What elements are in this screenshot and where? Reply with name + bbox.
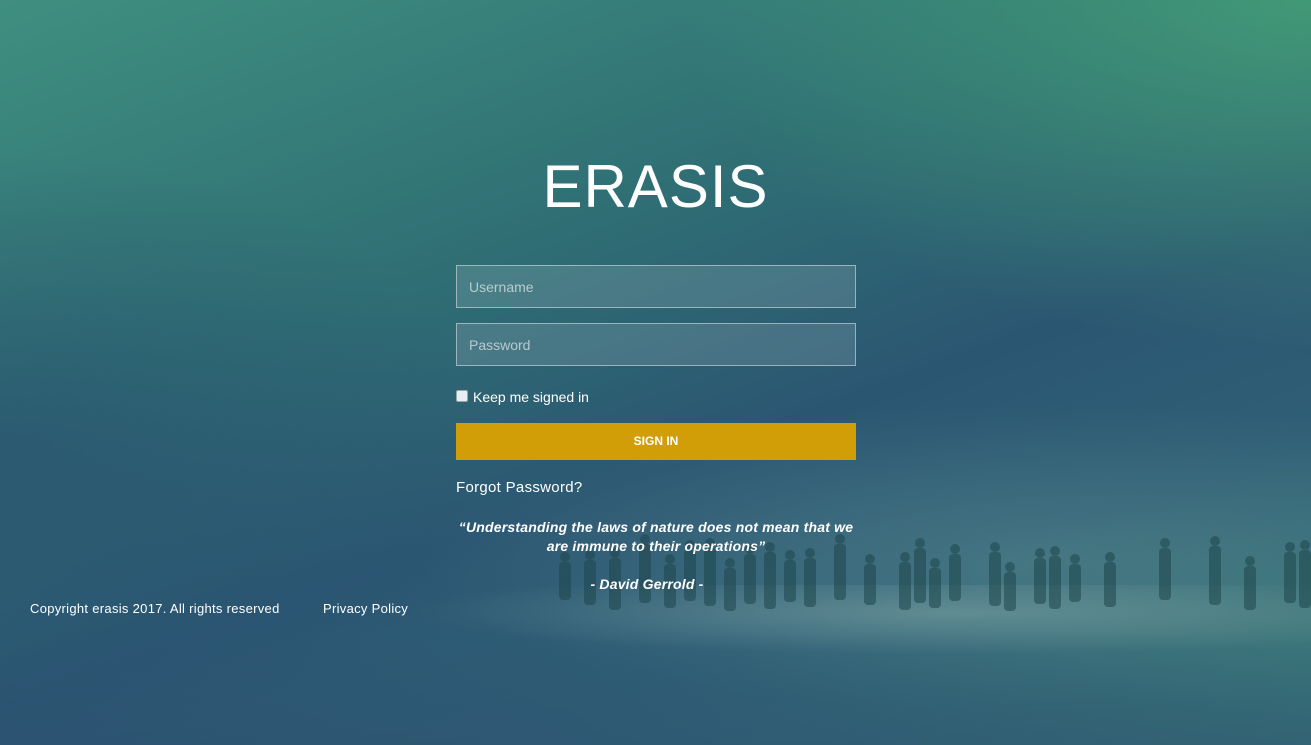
password-input[interactable]: [456, 323, 856, 366]
person-silhouette: [1284, 542, 1296, 603]
forgot-password-link[interactable]: Forgot Password?: [456, 479, 583, 496]
person-silhouette: [929, 558, 941, 608]
background-people-photo: [559, 534, 1311, 611]
person-silhouette: [914, 538, 926, 603]
brand-title: ERASIS: [542, 153, 769, 220]
person-silhouette: [949, 544, 961, 601]
keep-signed-in[interactable]: Keep me signed in: [456, 389, 589, 405]
person-silhouette: [1159, 538, 1171, 600]
keep-signed-in-checkbox[interactable]: [456, 390, 468, 402]
person-silhouette: [899, 552, 911, 610]
person-silhouette: [1244, 556, 1256, 610]
footer-copyright: Copyright erasis 2017. All rights reserv…: [30, 601, 280, 616]
keep-signed-in-label: Keep me signed in: [473, 389, 589, 405]
quote-text: “Understanding the laws of nature does n…: [458, 519, 854, 554]
privacy-policy-link[interactable]: Privacy Policy: [323, 601, 408, 616]
person-silhouette: [1299, 540, 1311, 608]
person-silhouette: [1004, 562, 1016, 611]
person-silhouette: [1049, 546, 1061, 609]
quote-author: - David Gerrold -: [590, 576, 704, 592]
person-silhouette: [864, 554, 876, 605]
person-silhouette: [1104, 552, 1116, 607]
person-silhouette: [989, 542, 1001, 606]
person-silhouette: [1034, 548, 1046, 604]
username-input[interactable]: [456, 265, 856, 308]
person-silhouette: [1209, 536, 1221, 605]
person-silhouette: [1069, 554, 1081, 602]
sign-in-button[interactable]: SIGN IN: [456, 423, 856, 460]
